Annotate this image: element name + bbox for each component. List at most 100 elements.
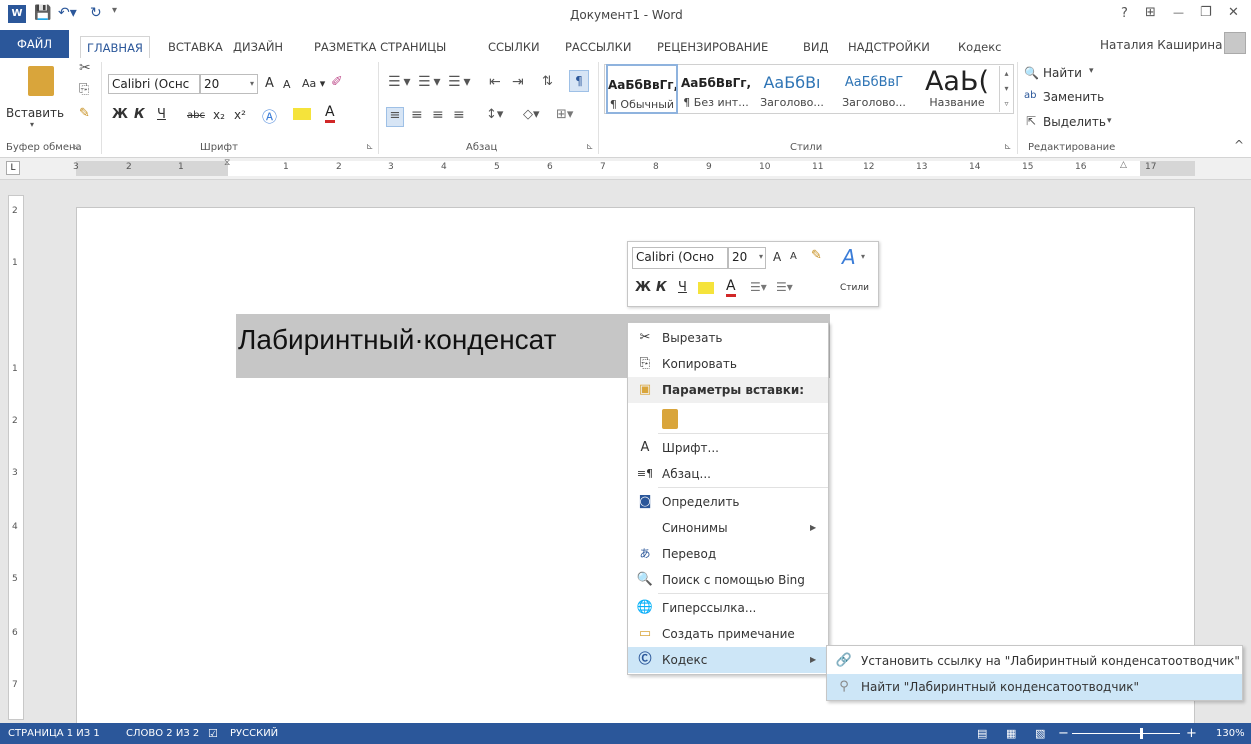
- redo-icon[interactable]: ↻: [90, 5, 102, 21]
- zoom-slider[interactable]: [1072, 733, 1180, 734]
- menu-item-paragraph[interactable]: ≡¶ Абзац...: [628, 461, 828, 487]
- styles-launcher-icon[interactable]: ⊾: [1004, 142, 1012, 152]
- tab-file[interactable]: ФАЙЛ: [0, 30, 69, 58]
- chevron-down-icon[interactable]: ▾: [861, 252, 865, 261]
- word-count[interactable]: СЛОВО 2 ИЗ 2: [126, 723, 199, 744]
- paragraph-launcher-icon[interactable]: ⊾: [586, 142, 594, 152]
- submenu-item-set-link[interactable]: 🔗 Установить ссылку на "Лабиринтный конд…: [827, 648, 1242, 674]
- menu-item-bing[interactable]: 🔍 Поиск с помощью Bing: [628, 567, 828, 593]
- shrink-font-button[interactable]: A: [283, 78, 291, 91]
- minimize-button[interactable]: —: [1173, 6, 1184, 19]
- superscript-button[interactable]: x²: [234, 108, 246, 122]
- align-right-icon[interactable]: ≡: [432, 107, 444, 123]
- find-button[interactable]: Найти: [1043, 66, 1082, 80]
- horizontal-ruler[interactable]: L 3 2 1 ⧖ 1 2 3 4 5 6 7 8 9 10 11 12 13 …: [0, 158, 1251, 180]
- cut-icon[interactable]: ✂: [79, 60, 91, 76]
- style-heading1[interactable]: АаБбВı Заголово...: [756, 64, 828, 114]
- font-name-combo[interactable]: Calibri (Оснс: [108, 74, 200, 94]
- close-button[interactable]: ✕: [1228, 5, 1239, 20]
- tab-kodeks[interactable]: Кодекс: [958, 36, 1002, 58]
- select-button[interactable]: Выделить: [1043, 115, 1106, 129]
- text-effects-icon[interactable]: Ⓐ: [262, 106, 277, 127]
- zoom-level[interactable]: 130%: [1216, 723, 1245, 744]
- mini-numbering-icon[interactable]: ☰▾: [776, 280, 793, 294]
- menu-item-kodeks[interactable]: Ⓒ Кодекс ▶: [628, 647, 828, 673]
- mini-underline-button[interactable]: Ч: [678, 280, 687, 295]
- mini-styles-icon[interactable]: A: [842, 245, 856, 269]
- align-left-icon[interactable]: ≡: [386, 107, 404, 127]
- mini-font-combo[interactable]: Calibri (Осно: [632, 247, 728, 269]
- show-formatting-icon[interactable]: ¶: [569, 70, 589, 92]
- submenu-item-find[interactable]: ⚲ Найти "Лабиринтный конденсатоотводчик": [827, 674, 1242, 700]
- sort-icon[interactable]: ⇅: [542, 74, 553, 89]
- mini-shrink-font-button[interactable]: A: [790, 251, 797, 262]
- document-text[interactable]: Лабиринтный·конденсат: [238, 324, 556, 356]
- vertical-ruler[interactable]: 2 1 1 2 3 4 5 6 7: [8, 195, 24, 720]
- menu-paste-option-keep[interactable]: [628, 405, 828, 433]
- decrease-indent-icon[interactable]: ⇤: [489, 74, 501, 90]
- menu-item-define[interactable]: ◙ Определить: [628, 489, 828, 515]
- save-icon[interactable]: 💾: [34, 5, 51, 21]
- indent-marker-icon[interactable]: ⧖: [224, 158, 230, 168]
- user-name[interactable]: Наталия Каширина ▾: [1100, 38, 1232, 52]
- increase-indent-icon[interactable]: ⇥: [512, 74, 524, 90]
- format-painter-icon[interactable]: ✎: [79, 106, 90, 121]
- multilevel-list-icon[interactable]: ☰▾: [448, 74, 474, 90]
- tab-home[interactable]: ГЛАВНАЯ: [80, 36, 150, 59]
- font-color-icon[interactable]: A: [325, 105, 335, 123]
- shading-icon[interactable]: ◇▾: [523, 107, 540, 122]
- italic-button[interactable]: К: [134, 107, 145, 122]
- line-spacing-icon[interactable]: ↕▾: [486, 107, 503, 122]
- tab-insert[interactable]: ВСТАВКА: [168, 36, 223, 58]
- mini-grow-font-button[interactable]: A: [773, 250, 781, 264]
- justify-icon[interactable]: ≡: [453, 107, 465, 123]
- tab-review[interactable]: РЕЦЕНЗИРОВАНИЕ: [657, 36, 768, 58]
- undo-icon[interactable]: ↶▾: [58, 5, 77, 21]
- mini-highlight-icon[interactable]: [698, 282, 714, 294]
- mini-styles-label[interactable]: Стили: [840, 283, 869, 293]
- highlight-icon[interactable]: [293, 108, 311, 120]
- help-icon[interactable]: ?: [1121, 6, 1128, 21]
- zoom-out-button[interactable]: −: [1058, 723, 1069, 744]
- mini-italic-button[interactable]: К: [656, 280, 667, 295]
- proofing-icon[interactable]: ☑: [208, 723, 218, 744]
- chevron-down-icon[interactable]: ▾: [1089, 66, 1094, 76]
- read-mode-icon[interactable]: ▤: [977, 723, 987, 744]
- chevron-down-icon[interactable]: ▾: [1107, 116, 1112, 126]
- paste-button[interactable]: Вставить: [6, 106, 64, 120]
- subscript-button[interactable]: x₂: [213, 108, 225, 122]
- menu-item-synonyms[interactable]: Синонимы ▶: [628, 515, 828, 541]
- paste-icon[interactable]: [28, 66, 54, 96]
- menu-item-comment[interactable]: ▭ Создать примечание: [628, 621, 828, 647]
- style-title[interactable]: АаЬ( Название: [917, 64, 997, 114]
- paste-dropdown-icon[interactable]: ▾: [30, 120, 34, 129]
- menu-item-cut[interactable]: ✂ Вырезать: [628, 325, 828, 351]
- tab-selector[interactable]: L: [6, 161, 20, 175]
- grow-font-button[interactable]: A: [265, 76, 274, 91]
- avatar[interactable]: [1224, 32, 1246, 54]
- strikethrough-button[interactable]: abc: [187, 110, 205, 121]
- right-indent-icon[interactable]: △: [1120, 160, 1127, 170]
- mini-font-color-icon[interactable]: A: [726, 279, 736, 297]
- style-no-spacing[interactable]: АаБбВвГг, ¶ Без инт...: [680, 64, 752, 114]
- clear-format-icon[interactable]: ✐: [331, 74, 343, 90]
- zoom-slider-thumb[interactable]: [1140, 728, 1143, 739]
- style-heading2[interactable]: АаБбВвГ Заголово...: [838, 64, 910, 114]
- restore-button[interactable]: ❐: [1200, 5, 1212, 20]
- borders-icon[interactable]: ⊞▾: [556, 107, 573, 122]
- mini-bold-button[interactable]: Ж: [635, 280, 651, 295]
- tab-addins[interactable]: НАДСТРОЙКИ: [848, 36, 930, 58]
- tab-mailings[interactable]: РАССЫЛКИ: [565, 36, 631, 58]
- print-layout-icon[interactable]: ▦: [1006, 723, 1016, 744]
- tab-layout[interactable]: РАЗМЕТКА СТРАНИЦЫ: [314, 36, 446, 58]
- tab-references[interactable]: ССЫЛКИ: [488, 36, 540, 58]
- menu-item-hyperlink[interactable]: 🌐 Гиперссылка...: [628, 595, 828, 621]
- font-launcher-icon[interactable]: ⊾: [366, 142, 374, 152]
- menu-item-copy[interactable]: ⎘ Копировать: [628, 351, 828, 377]
- zoom-in-button[interactable]: +: [1186, 723, 1197, 744]
- tab-design[interactable]: ДИЗАЙН: [233, 36, 283, 58]
- menu-item-translate[interactable]: あ Перевод: [628, 541, 828, 567]
- bold-button[interactable]: Ж: [112, 107, 128, 122]
- numbering-icon[interactable]: ☰▾: [418, 74, 444, 90]
- style-normal[interactable]: АаБбВвГг, ¶ Обычный: [606, 64, 678, 114]
